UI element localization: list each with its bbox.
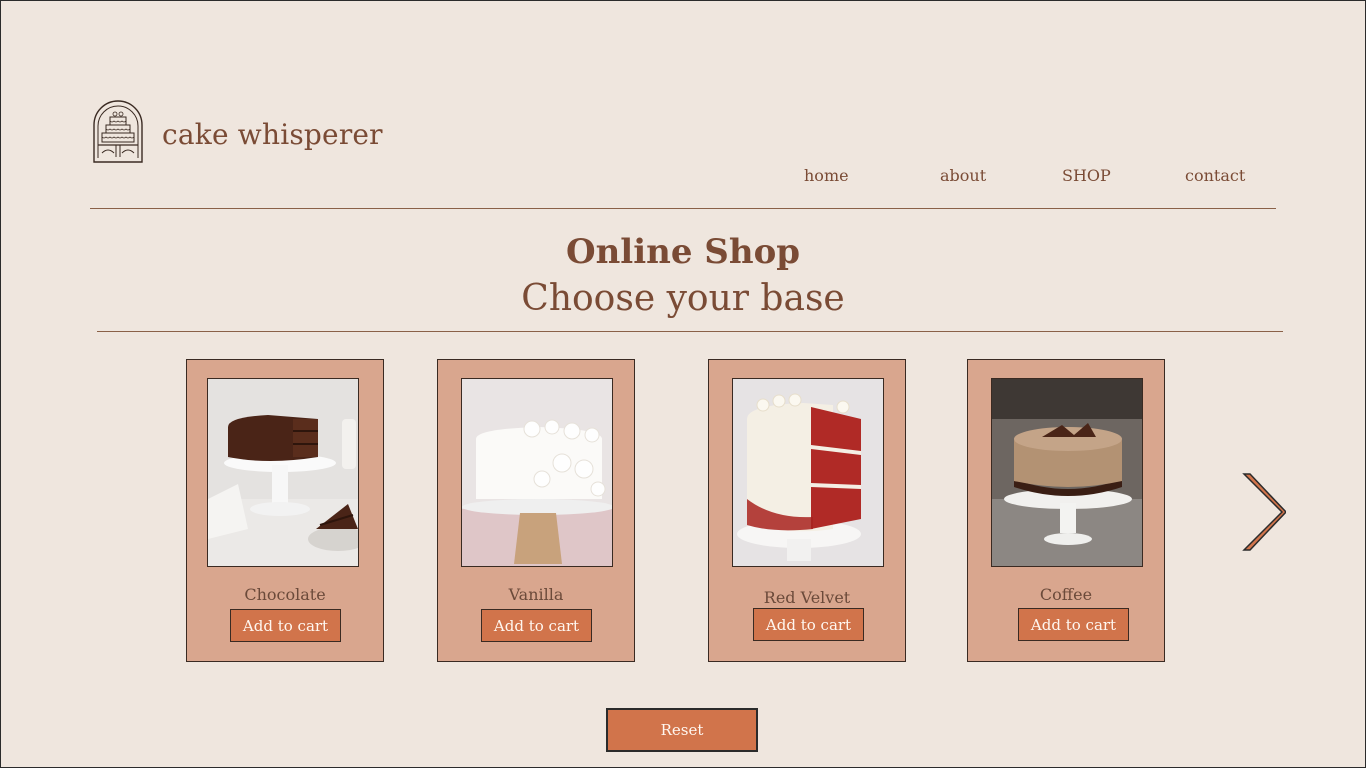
nav-home[interactable]: home <box>804 166 849 185</box>
cake-stand-arch-icon <box>93 100 143 163</box>
add-to-cart-button-vanilla[interactable]: Add to cart <box>481 609 592 642</box>
page-title: Online Shop <box>565 232 801 272</box>
nav-about[interactable]: about <box>940 166 986 185</box>
add-to-cart-button-coffee[interactable]: Add to cart <box>1018 608 1129 641</box>
reset-button[interactable]: Reset <box>606 708 758 752</box>
product-name: Chocolate <box>244 585 326 604</box>
brand-name[interactable]: cake whisperer <box>162 118 383 151</box>
nav-contact[interactable]: contact <box>1185 166 1245 185</box>
page-subtitle: Choose your base <box>521 278 845 319</box>
nav-shop[interactable]: SHOP <box>1062 166 1111 185</box>
chevron-right-icon[interactable] <box>1240 470 1288 554</box>
add-to-cart-button-chocolate[interactable]: Add to cart <box>230 609 341 642</box>
main-nav: home about SHOP contact <box>0 166 1366 190</box>
add-to-cart-button-red-velvet[interactable]: Add to cart <box>753 608 864 641</box>
red-velvet-cake-photo <box>732 378 884 567</box>
header-divider <box>90 208 1276 209</box>
section-divider <box>97 331 1283 332</box>
product-card-vanilla: Vanilla Add to cart <box>437 359 635 662</box>
vanilla-cake-photo <box>461 378 613 567</box>
product-name: Coffee <box>1039 585 1093 604</box>
product-name: Vanilla <box>508 585 564 604</box>
chocolate-cake-photo <box>207 378 359 567</box>
product-card-chocolate: Chocolate Add to cart <box>186 359 384 662</box>
product-card-red-velvet: Red Velvet Add to cart <box>708 359 906 662</box>
product-name: Red Velvet <box>763 588 851 607</box>
product-card-coffee: Coffee Add to cart <box>967 359 1165 662</box>
logo[interactable] <box>90 99 146 165</box>
coffee-cake-photo <box>991 378 1143 567</box>
